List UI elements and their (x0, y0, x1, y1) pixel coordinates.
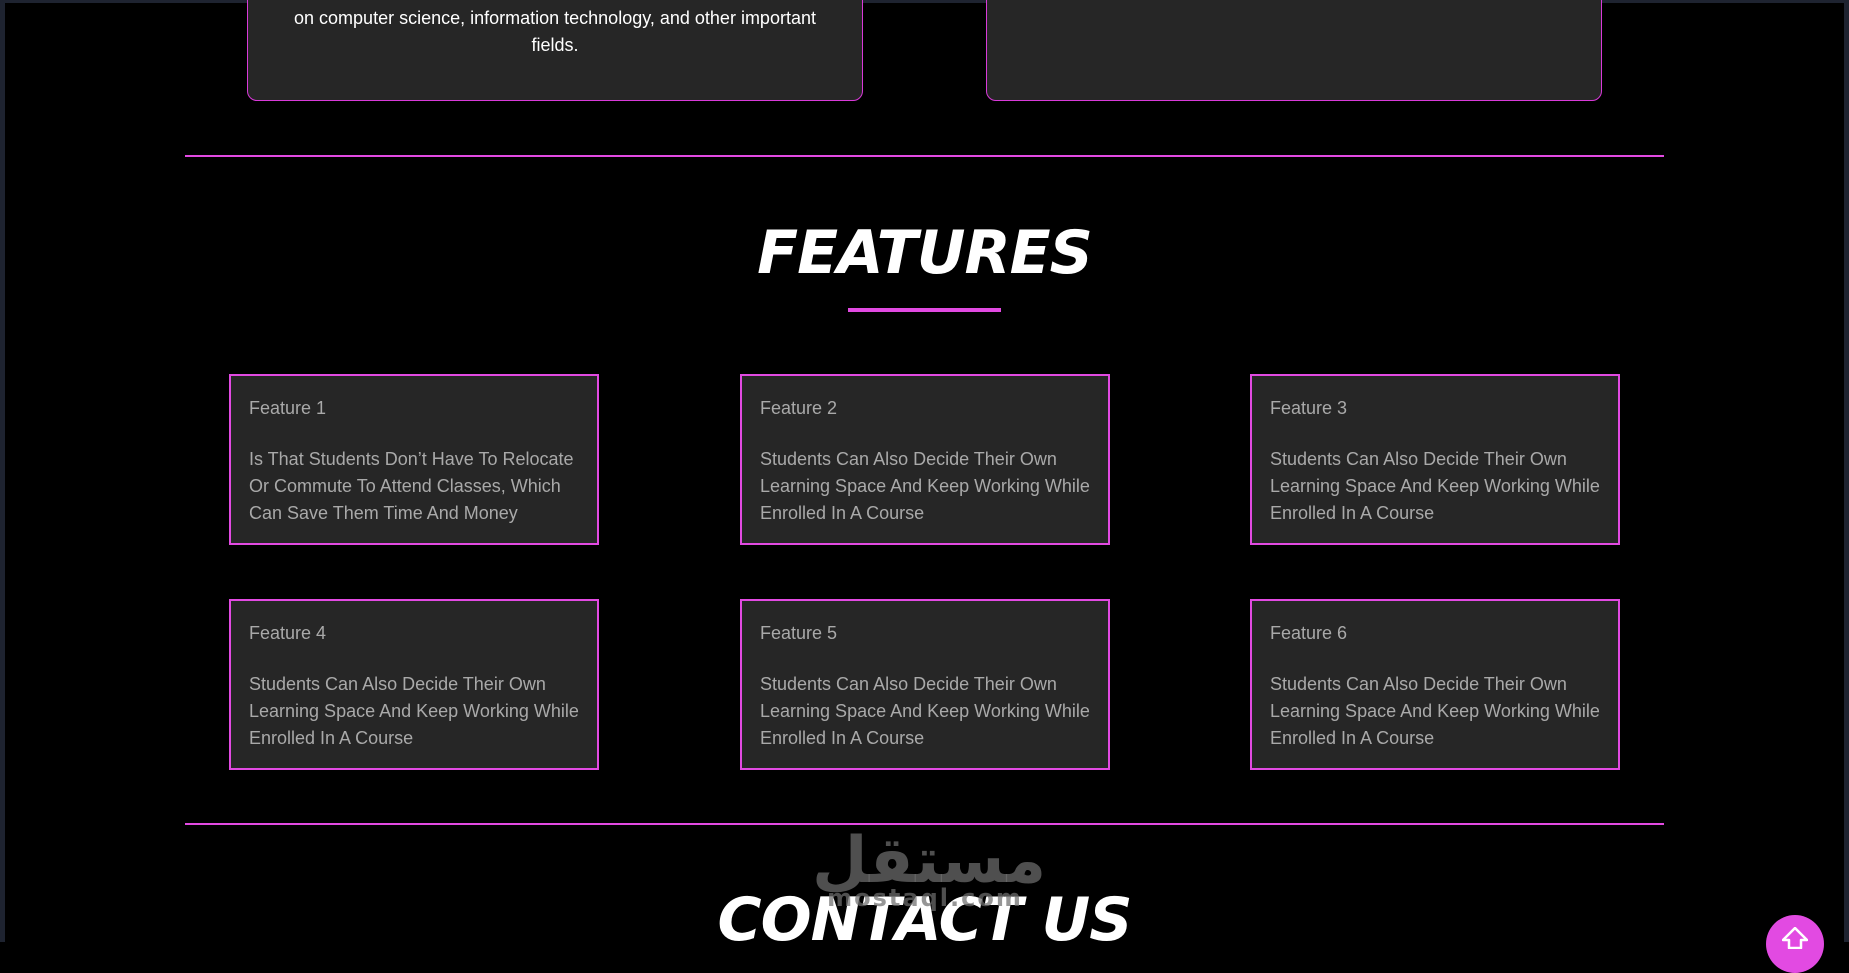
watermark-latin: mostaql.com (827, 884, 1023, 912)
feature-title: Feature 2 (760, 398, 838, 418)
about-card-left: on computer science, information technol… (247, 0, 863, 101)
feature-description: Students Can Also Decide Their Own Learn… (249, 674, 579, 748)
feature-card-6: Feature 6 Students Can Also Decide Their… (1250, 599, 1620, 770)
section-divider (185, 155, 1664, 157)
mostaql-watermark: مستقل mostaql.com (812, 828, 1046, 912)
feature-title: Feature 1 (249, 398, 327, 418)
feature-title: Feature 6 (1270, 623, 1348, 643)
window-frame-left (0, 0, 5, 942)
feature-title: Feature 4 (249, 623, 327, 643)
feature-description: Students Can Also Decide Their Own Learn… (1270, 449, 1600, 523)
features-title-underline (848, 308, 1001, 312)
feature-description: Is That Students Don’t Have To Relocate … (249, 449, 574, 523)
feature-card-1: Feature 1 Is That Students Don’t Have To… (229, 374, 599, 545)
feature-card-3: Feature 3 Students Can Also Decide Their… (1250, 374, 1620, 545)
feature-title: Feature 5 (760, 623, 838, 643)
feature-description: Students Can Also Decide Their Own Learn… (760, 449, 1090, 523)
feature-title: Feature 3 (1270, 398, 1348, 418)
features-title: FEATURES (757, 218, 1093, 288)
about-card-text: on computer science, information technol… (294, 8, 816, 55)
feature-description: Students Can Also Decide Their Own Learn… (1270, 674, 1600, 748)
feature-card-5: Feature 5 Students Can Also Decide Their… (740, 599, 1110, 770)
feature-card-2: Feature 2 Students Can Also Decide Their… (740, 374, 1110, 545)
feature-description: Students Can Also Decide Their Own Learn… (760, 674, 1090, 748)
feature-card-4: Feature 4 Students Can Also Decide Their… (229, 599, 599, 770)
about-card-right (986, 0, 1602, 101)
window-frame-right (1844, 0, 1849, 942)
